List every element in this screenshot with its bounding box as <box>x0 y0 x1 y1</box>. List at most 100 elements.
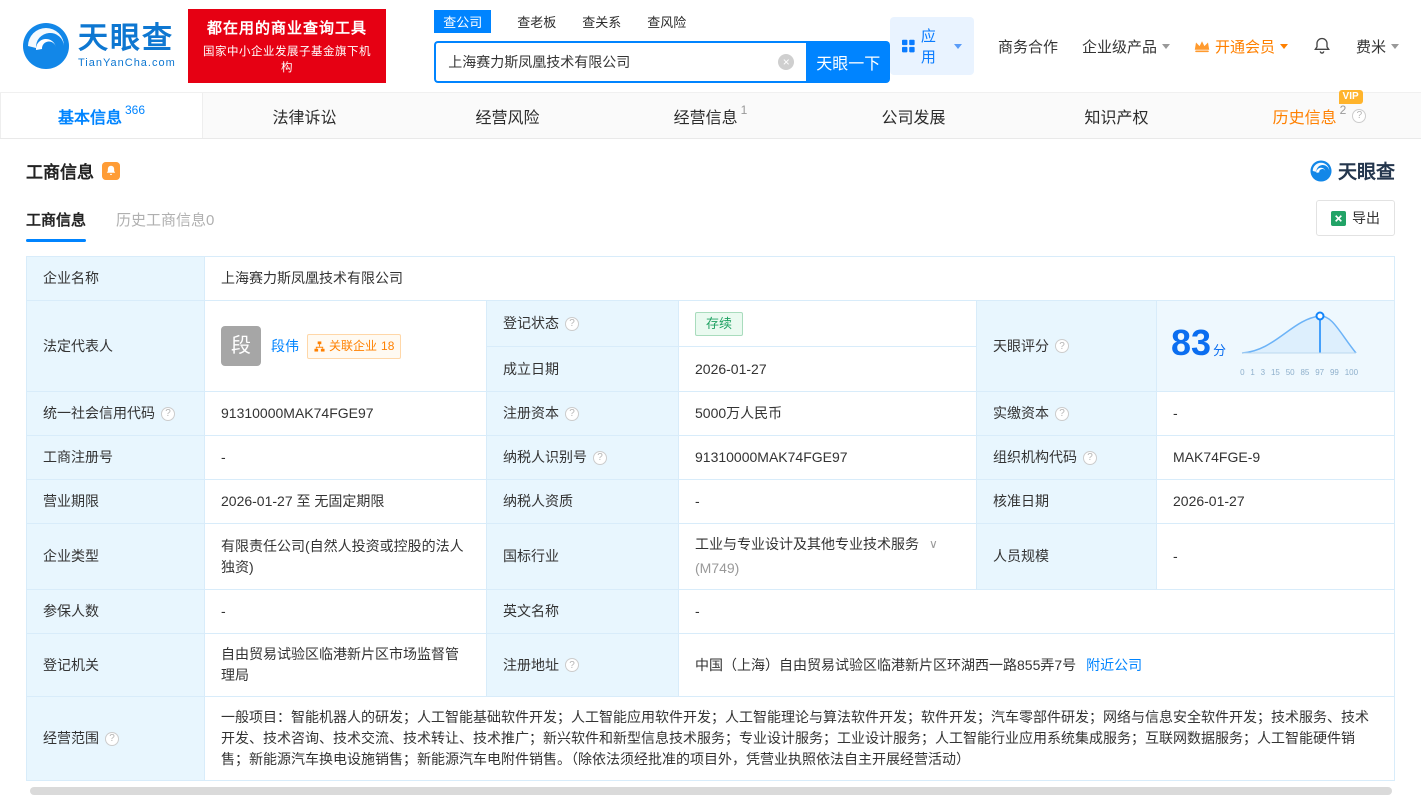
search-row: × 天眼一下 <box>434 41 890 83</box>
english-name-value: - <box>679 590 1394 634</box>
establish-date-label: 成立日期 <box>487 347 679 392</box>
insured-count-label: 参保人数 <box>27 590 205 634</box>
vip-badge: VIP <box>1339 90 1363 104</box>
help-icon[interactable]: ? <box>105 732 119 746</box>
menu-open-vip[interactable]: 开通会员 <box>1194 36 1288 57</box>
menu-enterprise-products[interactable]: 企业级产品 <box>1082 36 1170 57</box>
paid-capital-label: 实缴资本 ? <box>977 392 1157 436</box>
tab-operation-risk[interactable]: 经营风险 <box>406 93 609 138</box>
search-area: 查公司 查老板 查关系 查风险 × 天眼一下 <box>434 10 890 83</box>
help-icon[interactable]: ? <box>1055 339 1069 353</box>
tab-operation-info[interactable]: 经营信息 1 <box>609 93 812 138</box>
legal-rep-value: 段 段伟 关联企业 18 <box>205 301 487 392</box>
help-icon[interactable]: ? <box>593 451 607 465</box>
status-badge: 存续 <box>695 312 743 336</box>
caret-down-icon <box>954 44 962 49</box>
reg-authority-label: 登记机关 <box>27 634 205 697</box>
reg-address-label: 注册地址 ? <box>487 634 679 697</box>
export-button[interactable]: 导出 <box>1316 200 1395 236</box>
slogan-line2: 国家中小企业发展子基金旗下机构 <box>198 43 376 75</box>
tab-basic-info[interactable]: 基本信息 366 <box>0 93 203 138</box>
subscribe-bell-icon[interactable] <box>102 162 120 180</box>
approve-date-value: 2026-01-27 <box>1157 480 1394 524</box>
tianyancha-logo[interactable]: 天眼查 TianYanCha.com <box>22 22 176 70</box>
company-name-label: 企业名称 <box>27 257 205 301</box>
watermark-logo-icon <box>1310 160 1332 182</box>
staff-size-value: - <box>1157 524 1394 590</box>
notification-bell-icon[interactable] <box>1312 36 1332 56</box>
subtab-history-business-info[interactable]: 历史工商信息0 <box>116 209 214 242</box>
legal-rep-avatar[interactable]: 段 <box>221 326 261 366</box>
reg-authority-value: 自由贸易试验区临港新片区市场监督管理局 <box>205 634 487 697</box>
tab-history-info[interactable]: 历史信息 VIP 2 ? <box>1218 93 1421 138</box>
apps-grid-icon <box>902 39 915 53</box>
score-chart: 0131550859799100 <box>1240 309 1358 383</box>
related-company-icon <box>314 341 325 352</box>
business-term-label: 营业期限 <box>27 480 205 524</box>
logo-brand-text: 天眼查 <box>78 24 176 54</box>
establish-date-value: 2026-01-27 <box>679 347 977 392</box>
org-code-value: MAK74FGE-9 <box>1157 436 1394 480</box>
search-tab-relation[interactable]: 查关系 <box>582 12 621 31</box>
industry-label: 国标行业 <box>487 524 679 590</box>
tab-legal-proceedings[interactable]: 法律诉讼 <box>203 93 406 138</box>
apps-menu[interactable]: 应用 <box>890 17 974 75</box>
subtabs-bar: 工商信息 历史工商信息0 导出 <box>0 184 1421 242</box>
paid-capital-value: - <box>1157 392 1394 436</box>
nearby-companies-link[interactable]: 附近公司 <box>1086 655 1142 676</box>
business-scope-value: 一般项目：智能机器人的研发；人工智能基础软件开发；人工智能应用软件开发；人工智能… <box>205 697 1394 780</box>
related-companies-count: 18 <box>381 336 394 357</box>
chevron-down-icon[interactable]: ∨ <box>929 534 938 555</box>
help-icon[interactable]: ? <box>565 658 579 672</box>
help-icon[interactable]: ? <box>1083 451 1097 465</box>
reg-address-value: 中国（上海）自由贸易试验区临港新片区环湖西一路855弄7号 附近公司 <box>679 634 1394 697</box>
clear-search-icon[interactable]: × <box>778 54 794 70</box>
menu-cooperation[interactable]: 商务合作 <box>998 36 1058 57</box>
user-menu[interactable]: 费米 <box>1356 36 1399 57</box>
help-icon[interactable]: ? <box>1352 109 1366 123</box>
tab-company-development[interactable]: 公司发展 <box>812 93 1015 138</box>
tab-count: 1 <box>741 103 748 117</box>
caret-down-icon <box>1391 44 1399 49</box>
industry-value: 工业与专业设计及其他专业技术服务 ∨ (M749) <box>679 524 977 590</box>
taxpayer-quality-value: - <box>679 480 977 524</box>
legal-rep-label: 法定代表人 <box>27 301 205 392</box>
tab-intellectual-property[interactable]: 知识产权 <box>1015 93 1218 138</box>
watermark-logo-text: 天眼查 <box>1338 157 1395 184</box>
logo-domain-text: TianYanCha.com <box>78 57 176 69</box>
help-icon[interactable]: ? <box>565 407 579 421</box>
slogan-line1: 都在用的商业查询工具 <box>198 17 376 38</box>
site-header: 天眼查 TianYanCha.com 都在用的商业查询工具 国家中小企业发展子基… <box>0 0 1421 93</box>
industry-code: (M749) <box>695 558 938 579</box>
credit-code-label: 统一社会信用代码 ? <box>27 392 205 436</box>
company-type-label: 企业类型 <box>27 524 205 590</box>
score-value: 83分 0131550859799100 <box>1157 301 1394 392</box>
taxpayer-id-label: 纳税人识别号 ? <box>487 436 679 480</box>
reg-status-label: 登记状态 ? <box>487 301 679 347</box>
related-companies-tag[interactable]: 关联企业 18 <box>307 334 401 359</box>
subtab-business-info[interactable]: 工商信息 <box>26 209 86 242</box>
section-header: 工商信息 天眼查 <box>0 139 1421 184</box>
help-icon[interactable]: ? <box>1055 407 1069 421</box>
caret-down-icon <box>1280 44 1288 49</box>
help-icon[interactable]: ? <box>161 407 175 421</box>
score-axis: 0131550859799100 <box>1240 362 1358 383</box>
reg-number-label: 工商注册号 <box>27 436 205 480</box>
help-icon[interactable]: ? <box>565 317 579 331</box>
search-tab-risk[interactable]: 查风险 <box>647 12 686 31</box>
horizontal-scrollbar[interactable] <box>30 787 1392 795</box>
section-title: 工商信息 <box>26 158 94 183</box>
company-name-value: 上海赛力斯凤凰技术有限公司 <box>205 257 1394 301</box>
search-tab-company[interactable]: 查公司 <box>434 10 491 33</box>
legal-rep-name-link[interactable]: 段伟 <box>271 336 299 357</box>
score-number: 83分 <box>1171 332 1226 361</box>
search-button[interactable]: 天眼一下 <box>806 41 890 83</box>
reg-capital-value: 5000万人民币 <box>679 392 977 436</box>
slogan-banner: 都在用的商业查询工具 国家中小企业发展子基金旗下机构 <box>188 9 386 83</box>
business-scope-label: 经营范围 ? <box>27 697 205 780</box>
credit-code-value: 91310000MAK74FGE97 <box>205 392 487 436</box>
business-info-table: 企业名称 上海赛力斯凤凰技术有限公司 法定代表人 段 段伟 关联企业 18 登记… <box>26 256 1395 781</box>
search-tab-boss[interactable]: 查老板 <box>517 12 556 31</box>
search-input[interactable] <box>448 54 778 70</box>
org-code-label: 组织机构代码 ? <box>977 436 1157 480</box>
